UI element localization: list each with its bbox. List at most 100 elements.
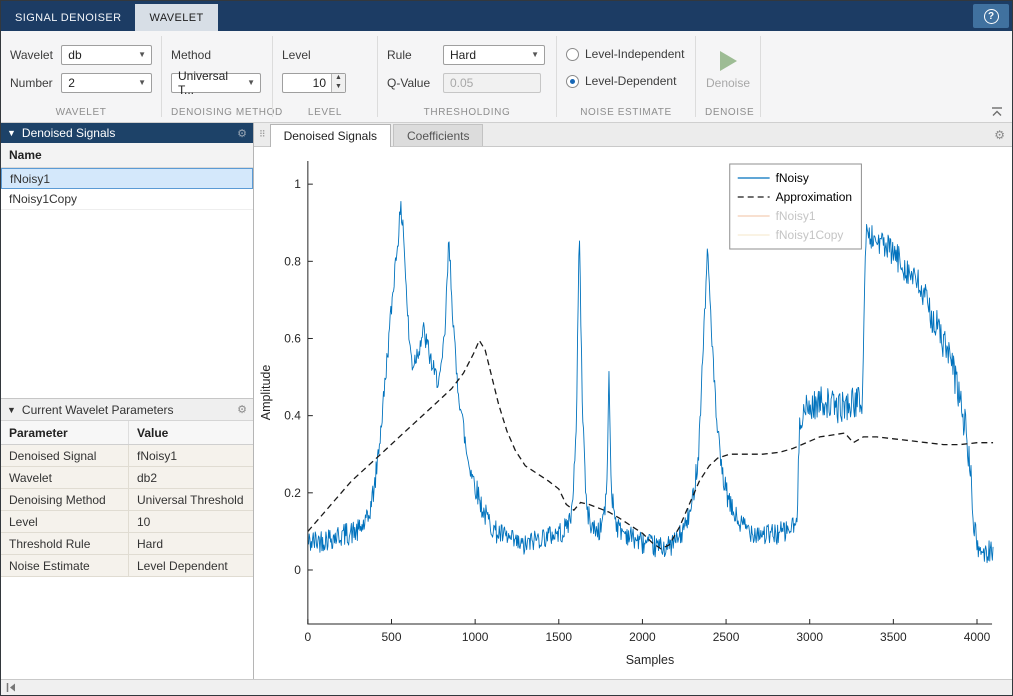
value-cell: Universal Threshold <box>129 493 253 507</box>
wavelet-label: Wavelet <box>10 48 55 62</box>
tab-wavelet[interactable]: WAVELET <box>135 4 217 31</box>
parameter-cell: Threshold Rule <box>1 533 129 554</box>
ribbon: Wavelet db ▼ Number 2 ▼ WAVELET <box>1 31 1012 123</box>
rule-dropdown[interactable]: Hard ▼ <box>443 45 545 65</box>
table-row[interactable]: Threshold RuleHard <box>1 533 253 555</box>
collapse-triangle-icon: ▼ <box>7 128 16 138</box>
gear-icon[interactable]: ⚙ <box>237 127 247 140</box>
svg-text:0: 0 <box>294 563 301 577</box>
help-icon: ? <box>984 9 999 24</box>
wavelet-dropdown[interactable]: db ▼ <box>61 45 152 65</box>
svg-text:2000: 2000 <box>629 630 656 644</box>
denoised-signal-chart[interactable]: 0500100015002000250030003500400000.20.40… <box>254 147 1012 679</box>
ribbon-section-wavelet: Wavelet db ▼ Number 2 ▼ WAVELET <box>1 31 161 122</box>
spinner-up-icon[interactable]: ▲ <box>332 74 345 83</box>
svg-text:3500: 3500 <box>880 630 907 644</box>
section-divider <box>760 36 761 117</box>
number-value: 2 <box>68 76 75 90</box>
svg-text:0: 0 <box>305 630 312 644</box>
svg-text:0.2: 0.2 <box>284 486 301 500</box>
signals-list-empty-area <box>1 210 253 398</box>
help-button[interactable]: ? <box>973 4 1009 28</box>
svg-text:fNoisy1: fNoisy1 <box>776 209 816 223</box>
section-label-thresholding: THRESHOLDING <box>387 104 547 122</box>
svg-text:2500: 2500 <box>713 630 740 644</box>
value-cell: Level Dependent <box>129 559 253 573</box>
status-bar <box>1 679 1012 695</box>
denoised-signals-panel: ▼ Denoised Signals ⚙ Name fNoisy1fNoisy1… <box>1 123 253 399</box>
table-row[interactable]: Denoising MethodUniversal Threshold <box>1 489 253 511</box>
svg-text:Approximation: Approximation <box>776 190 852 204</box>
app-window: SIGNAL DENOISER WAVELET ? Wavelet db ▼ N… <box>0 0 1013 696</box>
tab-strip-grip-icon: ⠿ <box>259 129 266 140</box>
table-row[interactable]: Waveletdb2 <box>1 467 253 489</box>
svg-text:0.6: 0.6 <box>284 331 301 345</box>
value-cell: Hard <box>129 537 253 551</box>
svg-text:0.4: 0.4 <box>284 409 301 423</box>
svg-text:0.8: 0.8 <box>284 254 301 268</box>
radio-unchecked-icon <box>566 48 579 61</box>
svg-text:Amplitude: Amplitude <box>259 365 273 421</box>
toolstrip-tabbar: SIGNAL DENOISER WAVELET ? <box>1 1 1012 31</box>
spinner-down-icon[interactable]: ▼ <box>332 83 345 92</box>
ribbon-section-noise-estimate: Level-Independent Level-Dependent NOISE … <box>557 31 695 122</box>
svg-text:fNoisy: fNoisy <box>776 171 809 185</box>
chart-container: 0500100015002000250030003500400000.20.40… <box>254 147 1012 679</box>
table-row[interactable]: Noise EstimateLevel Dependent <box>1 555 253 577</box>
table-row[interactable]: Denoised SignalfNoisy1 <box>1 445 253 467</box>
parameter-cell: Denoised Signal <box>1 445 129 466</box>
parameters-empty-area <box>1 577 253 679</box>
number-dropdown[interactable]: 2 ▼ <box>61 73 152 93</box>
value-cell: 10 <box>129 515 253 529</box>
collapse-ribbon-icon[interactable] <box>990 105 1004 117</box>
level-spinner[interactable]: 10 ▲ ▼ <box>282 73 346 93</box>
section-label-wavelet: WAVELET <box>10 104 152 122</box>
section-label-denoise: DENOISE <box>705 104 751 122</box>
svg-text:1: 1 <box>294 177 301 191</box>
svg-text:fNoisy1Copy: fNoisy1Copy <box>776 228 844 242</box>
denoised-signals-panel-header[interactable]: ▼ Denoised Signals ⚙ <box>1 123 253 143</box>
svg-text:4000: 4000 <box>964 630 991 644</box>
method-label: Method <box>171 48 211 62</box>
denoised-signals-panel-title: Denoised Signals <box>22 126 115 140</box>
list-item[interactable]: fNoisy1Copy <box>1 189 253 210</box>
section-label-level: LEVEL <box>282 104 368 122</box>
rule-value: Hard <box>450 48 476 62</box>
ribbon-section-thresholding: Rule Hard ▼ Q-Value 0.05 THRESHOLDING <box>378 31 556 122</box>
qvalue-field: 0.05 <box>443 73 541 93</box>
panel-actions-icon[interactable]: ⚙ <box>994 128 1005 142</box>
chevron-down-icon: ▼ <box>531 50 539 59</box>
document-tabbar: ⠿ Denoised Signals Coefficients ⚙ <box>254 123 1012 147</box>
svg-text:1000: 1000 <box>462 630 489 644</box>
parameters-table-header: Parameter Value <box>1 421 253 445</box>
level-label: Level <box>282 48 311 62</box>
denoise-button[interactable]: Denoise <box>705 31 751 104</box>
method-dropdown[interactable]: Universal T... ▼ <box>171 73 261 93</box>
table-row[interactable]: Level10 <box>1 511 253 533</box>
value-column-header: Value <box>129 426 253 440</box>
method-value: Universal T... <box>178 69 241 97</box>
ribbon-section-denoising-method: Method Universal T... ▼ DENOISING METHOD <box>162 31 272 122</box>
radio-level-dependent[interactable]: Level-Dependent <box>566 71 686 91</box>
wavelet-parameters-panel-title: Current Wavelet Parameters <box>22 403 174 417</box>
wavelet-value: db <box>68 48 81 62</box>
tab-denoised-signals[interactable]: Denoised Signals <box>270 124 391 147</box>
list-item[interactable]: fNoisy1 <box>1 168 253 189</box>
play-icon <box>720 51 737 71</box>
collapse-panel-icon[interactable] <box>6 682 17 693</box>
gear-icon[interactable]: ⚙ <box>237 403 247 416</box>
tab-signal-denoiser[interactable]: SIGNAL DENOISER <box>1 4 135 31</box>
denoise-button-label: Denoise <box>706 76 750 90</box>
wavelet-parameters-panel-header[interactable]: ▼ Current Wavelet Parameters ⚙ <box>1 399 253 421</box>
ribbon-section-level: Level 10 ▲ ▼ LEVEL <box>273 31 377 122</box>
chevron-down-icon: ▼ <box>138 78 146 87</box>
ribbon-section-denoise: Denoise DENOISE <box>696 31 760 122</box>
radio-checked-icon <box>566 75 579 88</box>
svg-text:Samples: Samples <box>626 653 674 667</box>
qvalue-label: Q-Value <box>387 76 437 90</box>
tab-coefficients[interactable]: Coefficients <box>393 124 483 146</box>
radio-level-independent[interactable]: Level-Independent <box>566 44 686 64</box>
value-cell: fNoisy1 <box>129 449 253 463</box>
main-panel: ⠿ Denoised Signals Coefficients ⚙ 050010… <box>254 123 1012 679</box>
parameters-table-body: Denoised SignalfNoisy1Waveletdb2Denoisin… <box>1 445 253 577</box>
